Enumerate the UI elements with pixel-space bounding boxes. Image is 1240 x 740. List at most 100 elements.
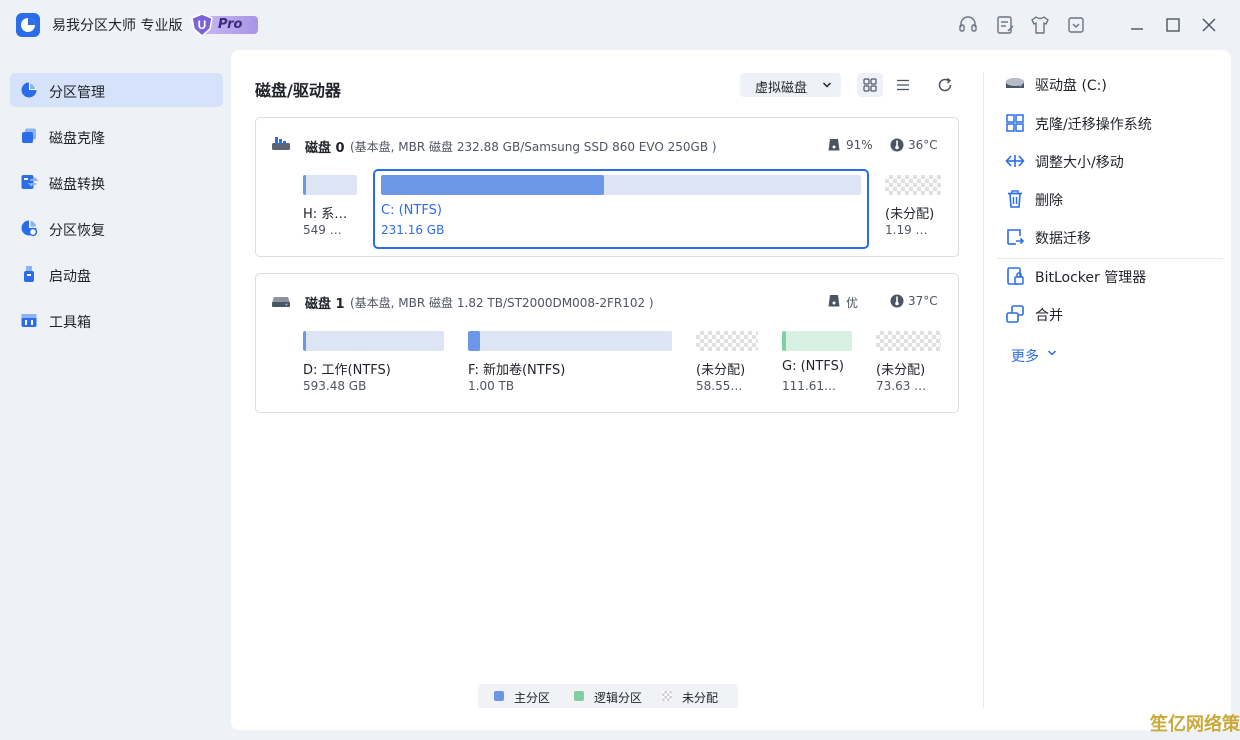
partition-usage-bar <box>303 331 444 351</box>
partition-usage-bar <box>303 175 357 195</box>
skin-tshirt-icon[interactable] <box>1029 14 1051 36</box>
partition-size: 111.61… <box>782 379 836 393</box>
sidebar-item-label: 磁盘转换 <box>49 177 105 193</box>
sidebar-item-label: 分区恢复 <box>49 223 105 239</box>
virtual-disk-label: 虚拟磁盘 <box>755 81 808 96</box>
partition-name: H: 系… <box>303 207 348 222</box>
action-label: 删除 <box>1035 193 1063 209</box>
partition-name: (未分配) <box>885 207 935 222</box>
disk-info: (基本盘, MBR 磁盘 232.88 GB/Samsung SSD 860 E… <box>350 140 717 154</box>
action-clone-os[interactable]: 克隆/迁移操作系统 <box>1005 111 1225 135</box>
list-view-button[interactable] <box>890 73 916 97</box>
support-headset-icon[interactable] <box>957 14 979 36</box>
partition-unallocated[interactable]: (未分配) 1.19 … <box>885 175 941 241</box>
partition-size: 58.55… <box>696 379 743 393</box>
action-bitlocker[interactable]: BitLocker 管理器 <box>1005 264 1225 288</box>
sidebar-item-disk-convert[interactable]: 磁盘转换 <box>10 165 223 199</box>
usb-icon <box>24 266 34 282</box>
sidebar-item-partition-recovery[interactable]: 分区恢复 <box>10 211 223 245</box>
action-resize-move[interactable]: 调整大小/移动 <box>1005 149 1225 173</box>
convert-icon <box>21 175 38 189</box>
action-delete[interactable]: 删除 <box>1005 187 1225 211</box>
main-panel: 磁盘/驱动器 虚拟磁盘 磁盘 0 (基本盘, MBR 磁盘 232.88 GB/… <box>231 50 1231 730</box>
legend-label: 主分区 <box>514 691 551 705</box>
action-label: 克隆/迁移操作系统 <box>1035 117 1152 133</box>
pro-badge[interactable]: U Pro <box>190 13 258 37</box>
partition-c[interactable]: C: (NTFS) 231.16 GB <box>381 175 861 241</box>
feedback-icon[interactable] <box>994 14 1016 36</box>
panel-divider <box>983 72 984 708</box>
grid-view-button[interactable] <box>857 73 883 97</box>
disk-card-1[interactable]: 磁盘 1 (基本盘, MBR 磁盘 1.82 TB/ST2000DM008-2F… <box>255 273 959 413</box>
partition-size: 593.48 GB <box>303 379 367 393</box>
disk-health-icon <box>828 295 840 307</box>
partition-usage-fill <box>381 175 604 195</box>
partition-usage-bar <box>696 331 758 351</box>
app-title: 易我分区大师 专业版 <box>52 18 183 34</box>
resize-icon <box>1005 155 1025 167</box>
clone-icon <box>22 128 36 143</box>
partition-unallocated[interactable]: (未分配) 73.63 … <box>876 331 941 397</box>
clone-os-icon <box>1006 114 1024 132</box>
sidebar-item-boot-disk[interactable]: 启动盘 <box>10 257 223 291</box>
partition-size: 231.16 GB <box>381 223 445 237</box>
partition-h[interactable]: H: 系… 549 … <box>303 175 357 241</box>
temperature-icon <box>890 294 904 308</box>
selected-drive-header: 驱动盘 (C:) <box>1005 72 1225 96</box>
minimize-icon[interactable] <box>1126 14 1148 36</box>
partition-name: F: 新加卷(NTFS) <box>468 363 566 378</box>
close-icon[interactable] <box>1198 14 1220 36</box>
partition-size: 1.00 TB <box>468 379 515 393</box>
merge-icon <box>1006 305 1024 323</box>
refresh-icon[interactable] <box>936 76 954 94</box>
disk-health-value: 91% <box>846 138 873 152</box>
sidebar-item-disk-clone[interactable]: 磁盘克隆 <box>10 119 223 153</box>
virtual-disk-dropdown[interactable]: 虚拟磁盘 <box>740 73 841 97</box>
bitlocker-icon <box>1007 267 1024 285</box>
partition-unallocated[interactable]: (未分配) 58.55… <box>696 331 758 397</box>
badge-letter: U <box>198 18 207 32</box>
shield-icon: U <box>191 13 213 37</box>
partition-usage-fill <box>303 175 306 195</box>
disk-health-icon <box>828 139 840 151</box>
drive-icon <box>1006 78 1024 88</box>
legend-label: 逻辑分区 <box>594 691 643 705</box>
grid-view-icon <box>863 78 877 92</box>
chevron-down-icon <box>822 82 832 88</box>
partition-g[interactable]: G: (NTFS) 111.61… <box>782 331 852 397</box>
action-data-migration[interactable]: 数据迁移 <box>1005 225 1225 249</box>
sidebar-item-partition-manager[interactable]: 分区管理 <box>10 73 223 107</box>
partition-size: 1.19 … <box>885 223 928 237</box>
temperature-icon <box>890 138 904 152</box>
sidebar-item-label: 磁盘克隆 <box>49 131 105 147</box>
action-label: 数据迁移 <box>1035 231 1091 247</box>
recovery-icon <box>21 220 38 237</box>
app-logo <box>16 13 40 37</box>
disk-name: 磁盘 0 <box>305 141 345 156</box>
chevron-down-icon[interactable] <box>1047 348 1057 358</box>
more-actions-link[interactable]: 更多 <box>1011 346 1039 366</box>
disk-health-value: 优 <box>846 296 859 310</box>
menu-dropdown-icon[interactable] <box>1065 14 1087 36</box>
list-view-icon <box>897 79 909 91</box>
legend-swatch <box>574 691 584 701</box>
action-label: 调整大小/移动 <box>1035 155 1124 171</box>
action-divider <box>997 258 1223 259</box>
partition-f[interactable]: F: 新加卷(NTFS) 1.00 TB <box>468 331 672 397</box>
partition-name: (未分配) <box>876 363 926 378</box>
partition-d[interactable]: D: 工作(NTFS) 593.48 GB <box>303 331 444 397</box>
disk-temperature-value: 37°C <box>908 294 938 308</box>
partition-usage-fill <box>303 331 306 351</box>
page-title: 磁盘/驱动器 <box>255 81 341 100</box>
partition-name: C: (NTFS) <box>381 203 442 218</box>
sidebar-item-label: 工具箱 <box>49 315 91 331</box>
action-merge[interactable]: 合并 <box>1005 302 1225 326</box>
maximize-icon[interactable] <box>1162 14 1184 36</box>
disk-card-0[interactable]: 磁盘 0 (基本盘, MBR 磁盘 232.88 GB/Samsung SSD … <box>255 117 959 257</box>
partition-usage-fill <box>468 331 480 351</box>
disk-temperature-value: 36°C <box>908 138 938 152</box>
legend-swatch <box>662 691 672 701</box>
sidebar-item-label: 分区管理 <box>49 85 105 101</box>
partition-name: (未分配) <box>696 363 746 378</box>
sidebar-item-toolbox[interactable]: 工具箱 <box>10 303 223 337</box>
